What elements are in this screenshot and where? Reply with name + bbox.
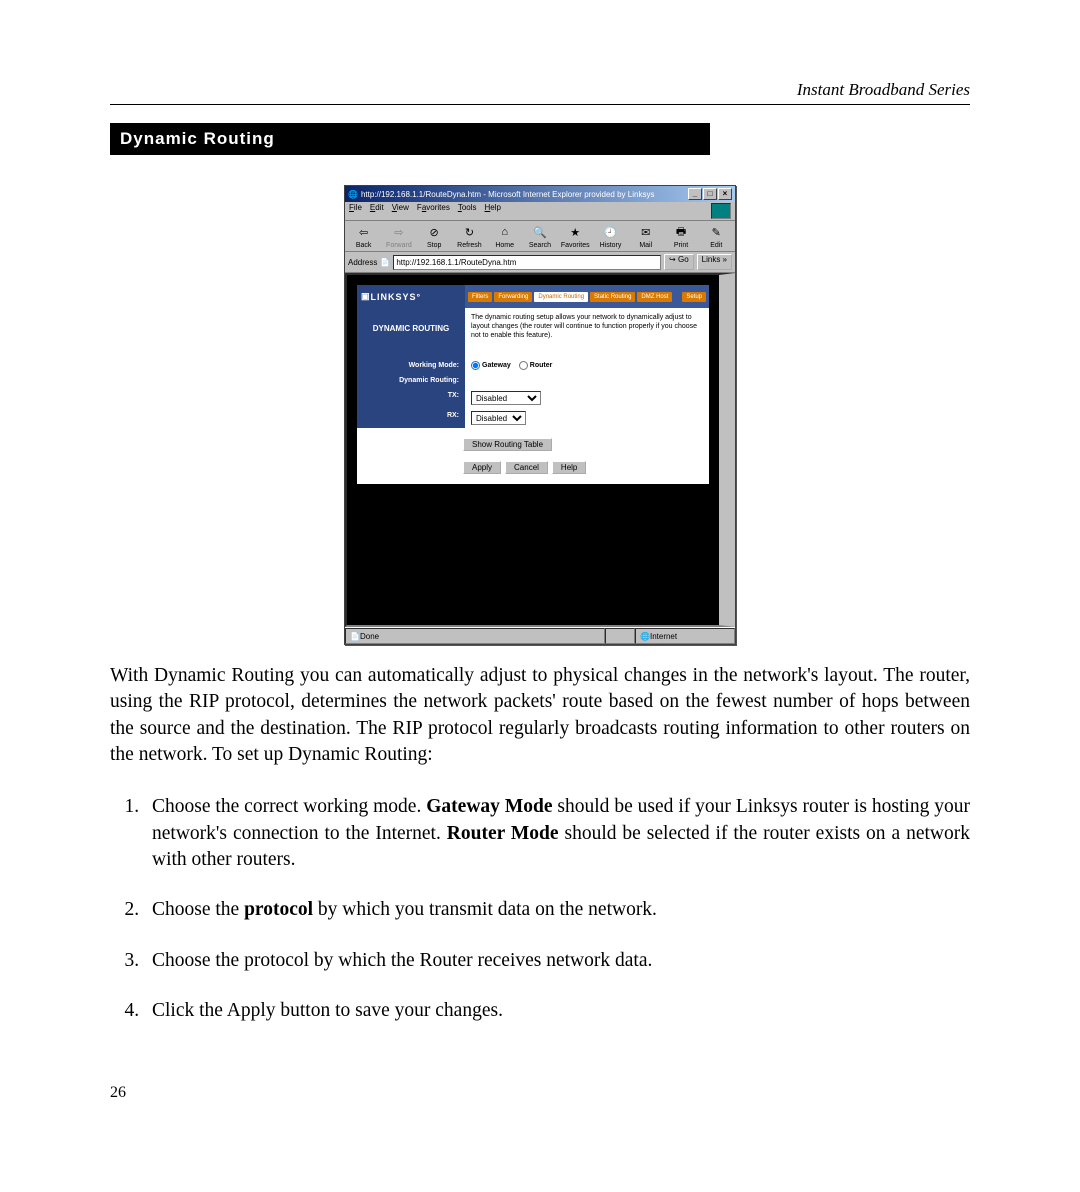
throbber-icon (711, 203, 731, 219)
gateway-radio[interactable]: Gateway (471, 361, 511, 370)
linksys-logo: ▣ LINKSYS° (357, 285, 465, 308)
tab-static-routing[interactable]: Static Routing (590, 292, 635, 302)
maximize-button[interactable]: □ (703, 188, 717, 200)
page-content: ▣ LINKSYS° Filters Forwarding Dynamic Ro… (345, 273, 735, 627)
page-icon: 📄 (380, 258, 390, 267)
dynamic-routing-label: Dynamic Routing: (357, 373, 465, 388)
search-button[interactable]: 🔍Search (523, 223, 556, 249)
mail-button[interactable]: ✉Mail (629, 223, 662, 249)
home-icon: ⌂ (495, 223, 515, 241)
page-header: Instant Broadband Series (110, 80, 970, 105)
close-button[interactable]: × (718, 188, 732, 200)
edit-button[interactable]: ✎Edit (700, 223, 733, 249)
menu-tools[interactable]: Tools (458, 203, 477, 219)
menu-view[interactable]: View (392, 203, 409, 219)
stop-button[interactable]: ⊘Stop (418, 223, 451, 249)
tx-select[interactable]: Disabled (471, 391, 541, 405)
side-title: DYNAMIC ROUTING (357, 308, 465, 358)
steps-list: Choose the correct working mode. Gateway… (110, 794, 970, 1024)
rx-select[interactable]: Disabled (471, 411, 526, 425)
step-2: Choose the protocol by which you transmi… (144, 897, 970, 923)
back-button[interactable]: ⇦Back (347, 223, 380, 249)
address-label: Address (348, 258, 377, 267)
refresh-button[interactable]: ↻Refresh (453, 223, 486, 249)
edit-icon: ✎ (706, 223, 726, 241)
back-icon: ⇦ (354, 223, 374, 241)
tab-dynamic-routing[interactable]: Dynamic Routing (534, 292, 588, 302)
menu-bar: File Edit View Favorites Tools Help (345, 202, 735, 221)
history-button[interactable]: 🕘History (594, 223, 627, 249)
toolbar: ⇦Back ⇨Forward ⊘Stop ↻Refresh ⌂Home 🔍Sea… (345, 221, 735, 252)
working-mode-label: Working Mode: (357, 358, 465, 373)
menu-help[interactable]: Help (485, 203, 501, 219)
cancel-button[interactable]: Cancel (505, 461, 548, 474)
status-bar: 📄 Done 🌐 Internet (345, 627, 735, 644)
refresh-icon: ↻ (459, 223, 479, 241)
menu-edit[interactable]: Edit (370, 203, 384, 219)
history-icon: 🕘 (600, 223, 620, 241)
help-button[interactable]: Help (552, 461, 586, 474)
tx-label: TX: (357, 388, 465, 408)
stop-icon: ⊘ (424, 223, 444, 241)
print-button[interactable]: 🖶Print (664, 223, 697, 249)
forward-button[interactable]: ⇨Forward (382, 223, 415, 249)
status-zone: 🌐 Internet (635, 628, 735, 644)
ie-icon: 🌐 (348, 190, 358, 199)
window-titlebar: 🌐 http://192.168.1.1/RouteDyna.htm - Mic… (345, 186, 735, 202)
mail-icon: ✉ (636, 223, 656, 241)
print-icon: 🖶 (671, 223, 691, 241)
status-done: 📄 Done (345, 628, 605, 644)
go-button[interactable]: ↪ Go (664, 254, 694, 270)
step-4: Click the Apply button to save your chan… (144, 998, 970, 1024)
show-routing-table-button[interactable]: Show Routing Table (463, 438, 552, 451)
window-title: http://192.168.1.1/RouteDyna.htm - Micro… (361, 190, 654, 199)
home-button[interactable]: ⌂Home (488, 223, 521, 249)
forward-icon: ⇨ (389, 223, 409, 241)
page-number: 26 (110, 1084, 970, 1102)
status-spacer (605, 628, 635, 644)
minimize-button[interactable]: _ (688, 188, 702, 200)
rx-label: RX: (357, 408, 465, 428)
screenshot-figure: 🌐 http://192.168.1.1/RouteDyna.htm - Mic… (110, 185, 970, 645)
browser-window: 🌐 http://192.168.1.1/RouteDyna.htm - Mic… (344, 185, 736, 645)
favorites-icon: ★ (565, 223, 585, 241)
menu-favorites[interactable]: Favorites (417, 203, 450, 219)
body-paragraph: With Dynamic Routing you can automatical… (110, 663, 970, 768)
url-input[interactable] (393, 255, 661, 270)
favorites-button[interactable]: ★Favorites (559, 223, 592, 249)
menu-file[interactable]: File (349, 203, 362, 219)
address-bar: Address 📄 ↪ Go Links » (345, 252, 735, 273)
feature-description: The dynamic routing setup allows your ne… (465, 308, 709, 358)
tab-filters[interactable]: Filters (468, 292, 492, 302)
tab-dmz-host[interactable]: DMZ Host (637, 292, 672, 302)
tab-forwarding[interactable]: Forwarding (494, 292, 532, 302)
section-title: Dynamic Routing (110, 123, 710, 155)
links-button[interactable]: Links » (697, 254, 732, 270)
search-icon: 🔍 (530, 223, 550, 241)
step-1: Choose the correct working mode. Gateway… (144, 794, 970, 873)
tab-setup[interactable]: Setup (682, 292, 706, 302)
router-radio[interactable]: Router (519, 361, 553, 370)
step-3: Choose the protocol by which the Router … (144, 948, 970, 974)
apply-button[interactable]: Apply (463, 461, 501, 474)
